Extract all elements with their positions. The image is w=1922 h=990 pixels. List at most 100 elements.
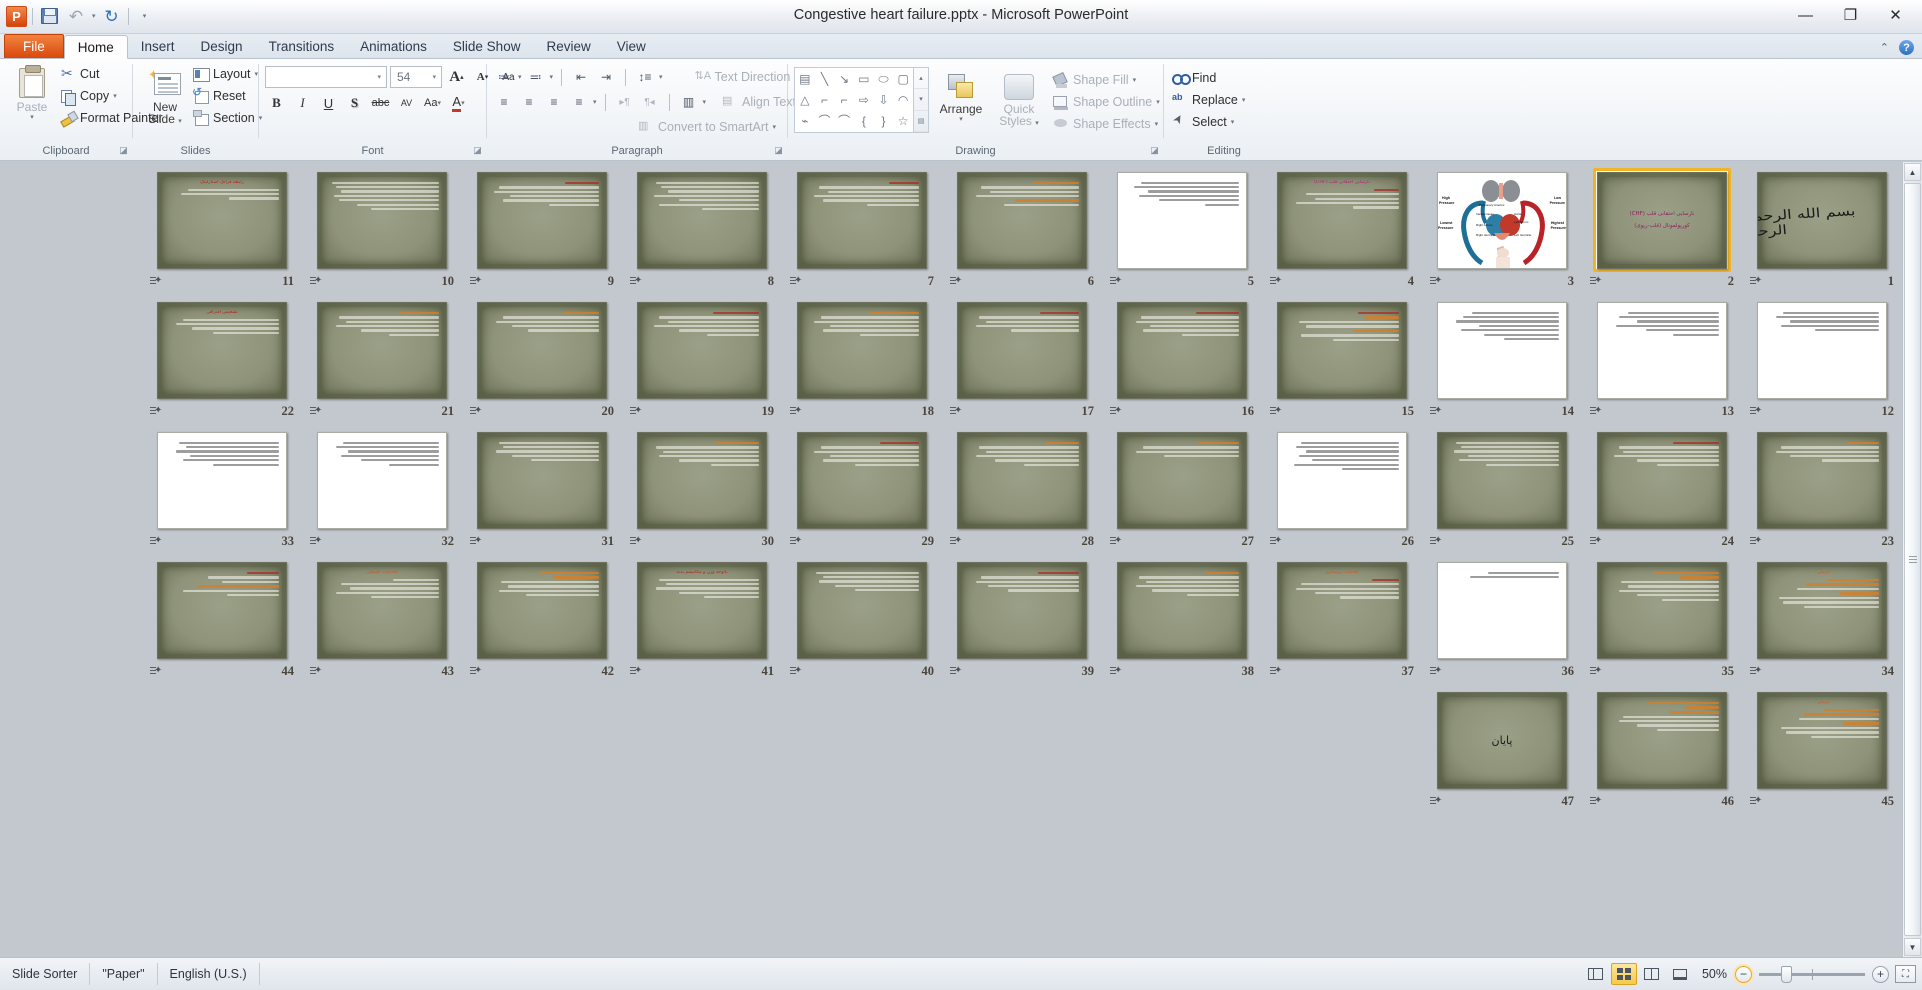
slide-cell[interactable]: 13 ✦ [1582,298,1742,428]
slide-preview[interactable]: اقدامات کلینیکی [317,561,447,659]
transition-indicator-icon[interactable]: ✦ [1590,536,1603,548]
convert-to-smartart-button[interactable]: ▥ Convert to SmartArt ▾ [636,116,781,138]
slide-thumbnail[interactable] [153,558,291,662]
slide-thumbnail[interactable] [793,558,931,662]
slide-preview[interactable] [317,301,447,399]
slide-cell[interactable]: 19 ✦ [622,298,782,428]
font-color-button[interactable]: A ▾ [447,92,470,114]
find-button[interactable]: Find [1170,67,1250,89]
slide-thumbnail[interactable] [1753,428,1891,532]
layout-button[interactable]: Layout ▾ [191,63,267,85]
zoom-slider-thumb[interactable] [1781,965,1792,983]
slide-thumbnail[interactable]: اقدامات پرستاری [1273,558,1411,662]
increase-indent-button[interactable]: ⇥ [595,66,617,88]
slide-cell[interactable]: 39 ✦ [942,558,1102,688]
slide-cell[interactable]: 31 ✦ [462,428,622,558]
slide-preview[interactable] [957,561,1087,659]
status-language[interactable]: English (U.S.) [158,963,260,985]
slide-cell[interactable]: 12 ✦ [1742,298,1902,428]
justify-button[interactable]: ≡ [568,91,590,113]
slide-thumbnail[interactable]: درمان : [1753,688,1891,792]
transition-indicator-icon[interactable]: ✦ [1270,536,1283,548]
transition-indicator-icon[interactable]: ✦ [950,406,963,418]
transition-indicator-icon[interactable]: ✦ [790,666,803,678]
slide-cell[interactable]: اقدامات پرستاری 37 ✦ [1262,558,1422,688]
transition-indicator-icon[interactable]: ✦ [470,276,483,288]
numbering-caret-icon[interactable]: ▾ [550,73,554,81]
transition-indicator-icon[interactable]: ✦ [1750,276,1763,288]
slide-thumbnail[interactable] [633,298,771,402]
slide-thumbnail[interactable]: بسم الله الرحمن الرحیم [1753,168,1891,272]
slide-thumbnail[interactable] [1433,558,1571,662]
reset-button[interactable]: Reset [191,85,267,107]
transition-indicator-icon[interactable]: ✦ [1430,536,1443,548]
slide-preview[interactable] [317,431,447,529]
slide-preview[interactable] [1117,171,1247,269]
slide-preview[interactable] [477,171,607,269]
shape-outline-button[interactable]: Shape Outline ▾ [1051,91,1165,113]
columns-caret-icon[interactable]: ▾ [703,98,707,106]
transition-indicator-icon[interactable]: ✦ [1750,666,1763,678]
align-center-button[interactable]: ≡ [518,91,540,113]
font-dialog-launcher[interactable]: ◪ [472,145,483,156]
slide-thumbnail[interactable] [953,428,1091,532]
view-reading-button[interactable] [1639,963,1665,985]
slide-preview[interactable] [1117,431,1247,529]
transition-indicator-icon[interactable]: ✦ [310,276,323,288]
slide-thumbnail[interactable] [1113,428,1251,532]
slide-thumbnail[interactable] [1113,168,1251,272]
slide-preview[interactable] [1597,561,1727,659]
strikethrough-button[interactable]: abc [369,92,392,114]
slide-cell[interactable]: 21 ✦ [302,298,462,428]
slide-thumbnail[interactable] [1113,558,1251,662]
slide-thumbnail[interactable] [793,298,931,402]
transition-indicator-icon[interactable]: ✦ [630,406,643,418]
tab-animations[interactable]: Animations [347,34,440,58]
bold-button[interactable]: B [265,92,288,114]
rtl-button[interactable]: ¶◂ [639,91,661,113]
columns-button[interactable]: ▥ [678,91,700,113]
slide-cell[interactable]: 10 ✦ [302,168,462,298]
slide-thumbnail[interactable] [1593,558,1731,662]
slide-preview[interactable] [957,301,1087,399]
transition-indicator-icon[interactable]: ✦ [1110,406,1123,418]
slide-cell[interactable]: 35 ✦ [1582,558,1742,688]
tab-slide-show[interactable]: Slide Show [440,34,534,58]
shape-triangle-icon[interactable]: △ [800,94,809,106]
transition-indicator-icon[interactable]: ✦ [630,666,643,678]
slide-thumbnail[interactable] [313,168,451,272]
transition-indicator-icon[interactable]: ✦ [150,536,163,548]
slide-thumbnail[interactable] [793,168,931,272]
transition-indicator-icon[interactable]: ✦ [1110,536,1123,548]
slide-thumbnail[interactable] [1593,298,1731,402]
slide-preview[interactable]: بسم الله الرحمن الرحیم [1757,171,1887,269]
slide-cell[interactable]: 36 ✦ [1422,558,1582,688]
transition-indicator-icon[interactable]: ✦ [1270,276,1283,288]
slide-preview[interactable] [157,431,287,529]
replace-button[interactable]: ab Replace ▾ [1170,89,1250,111]
transition-indicator-icon[interactable]: ✦ [1590,406,1603,418]
shape-right-brace-icon[interactable]: } [881,115,885,127]
slide-preview[interactable] [477,561,607,659]
transition-indicator-icon[interactable]: ✦ [1430,406,1443,418]
transition-indicator-icon[interactable]: ✦ [1590,796,1603,808]
align-right-button[interactable]: ≡ [543,91,565,113]
slide-cell[interactable]: High Pressure Low Pressure Lowest Pressu… [1422,168,1582,298]
restore-button[interactable]: ❐ [1828,2,1873,28]
slide-thumbnail[interactable] [1593,688,1731,792]
slide-preview[interactable] [477,431,607,529]
slide-cell[interactable]: 33 ✦ [142,428,302,558]
status-view-name[interactable]: Slide Sorter [0,963,91,985]
bullets-caret-icon[interactable]: ▾ [518,73,522,81]
slide-cell[interactable]: 28 ✦ [942,428,1102,558]
section-button[interactable]: Section ▾ [191,107,267,129]
transition-indicator-icon[interactable]: ✦ [790,536,803,548]
slide-preview[interactable]: درمان : [1757,561,1887,659]
transition-indicator-icon[interactable]: ✦ [1110,666,1123,678]
slide-cell[interactable]: 27 ✦ [1102,428,1262,558]
transition-indicator-icon[interactable]: ✦ [310,536,323,548]
slide-preview[interactable] [1437,301,1567,399]
slide-cell[interactable]: 38 ✦ [1102,558,1262,688]
slide-thumbnail[interactable] [1433,428,1571,532]
slide-cell[interactable]: 40 ✦ [782,558,942,688]
